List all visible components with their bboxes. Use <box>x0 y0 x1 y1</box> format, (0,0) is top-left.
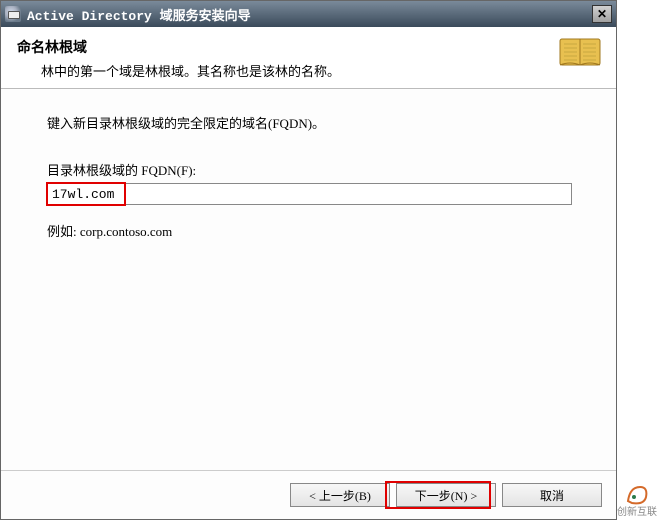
page-heading: 命名林根域 <box>17 37 600 57</box>
fqdn-input-wrap <box>47 183 570 205</box>
app-icon <box>5 6 21 22</box>
wizard-content: 键入新目录林根级域的完全限定的域名(FQDN)。 目录林根级域的 FQDN(F)… <box>1 89 616 250</box>
fqdn-label: 目录林根级域的 FQDN(F): <box>47 160 570 179</box>
titlebar: Active Directory 域服务安装向导 ✕ <box>1 1 616 27</box>
window-title: Active Directory 域服务安装向导 <box>27 5 592 24</box>
book-icon <box>558 35 602 69</box>
example-text: 例如: corp.contoso.com <box>47 221 570 240</box>
instruction-text: 键入新目录林根级域的完全限定的域名(FQDN)。 <box>47 113 570 132</box>
wizard-window: Active Directory 域服务安装向导 ✕ 命名林根域 林中的第一个域… <box>0 0 617 520</box>
next-button[interactable]: 下一步(N) > <box>396 483 496 507</box>
page-subtitle: 林中的第一个域是林根域。其名称也是该林的名称。 <box>41 61 600 80</box>
separator <box>1 470 616 471</box>
back-button[interactable]: < 上一步(B) <box>290 483 390 507</box>
close-button[interactable]: ✕ <box>592 5 612 23</box>
wizard-footer: < 上一步(B) 下一步(N) > 取消 <box>290 483 602 507</box>
wizard-header: 命名林根域 林中的第一个域是林根域。其名称也是该林的名称。 <box>1 27 616 89</box>
watermark-text: 创新互联 <box>617 507 657 518</box>
watermark: 创新互联 <box>615 481 659 518</box>
cancel-button[interactable]: 取消 <box>502 483 602 507</box>
fqdn-input[interactable] <box>47 183 572 205</box>
